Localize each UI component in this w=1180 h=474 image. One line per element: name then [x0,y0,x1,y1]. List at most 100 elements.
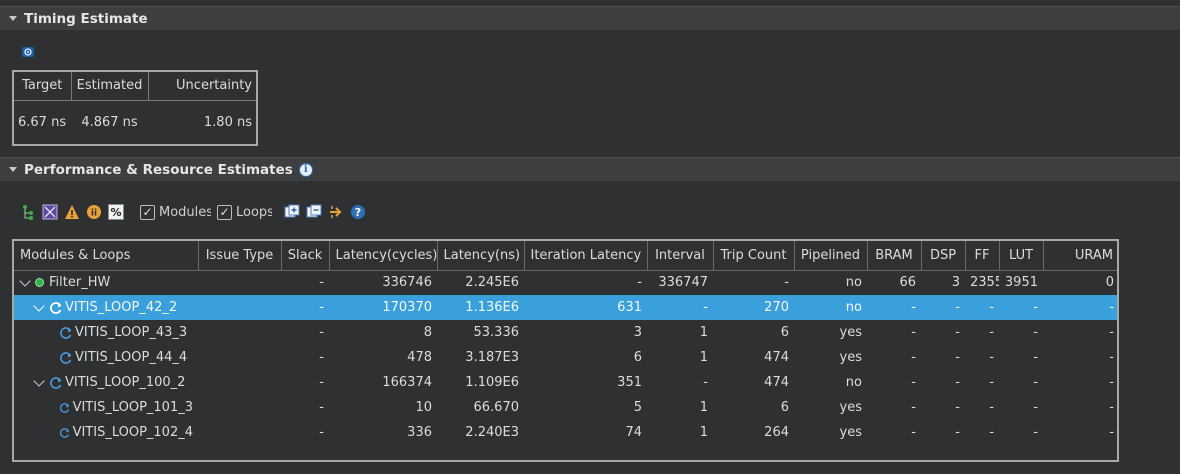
cell-bram: - [911,350,916,365]
col-ff[interactable]: FF [965,241,1000,271]
row-name-cell: Filter_HW [14,270,198,295]
cell-uram: 0 [1105,275,1114,291]
timing-col-uncertainty: Uncertainty [148,71,257,101]
modules-checkbox[interactable]: ✓ Modules [140,204,211,220]
cell-ff: - [989,375,994,390]
chevron-down-icon[interactable] [33,374,45,387]
cell-ff: - [989,350,994,365]
cell-issue [198,295,281,320]
collapse-caret-icon[interactable] [9,16,17,21]
cell-uram: - [1109,350,1114,365]
loop-icon [60,326,72,339]
clock-settings-icon[interactable] [21,45,35,59]
hierarchy-icon[interactable] [20,204,36,220]
timing-estimate-title: Timing Estimate [24,10,148,27]
cell-slack: - [319,350,324,365]
col-latency-cycles[interactable]: Latency(cycles) [329,241,438,271]
timing-target-value: 6.67 ns [18,114,67,130]
modules-checkbox-label: Modules [159,204,211,220]
cell-bram: - [911,425,916,440]
cell-pipelined: no [845,275,862,291]
row-name: VITIS_LOOP_100_2 [65,375,186,390]
col-uram[interactable]: URAM [1043,241,1117,271]
check-icon[interactable]: ✓ [217,204,232,220]
col-slack[interactable]: Slack [281,241,330,271]
cell-slack: - [319,375,324,390]
chevron-down-icon[interactable] [19,275,31,287]
timing-table: Target Estimated Uncertainty 6.67 ns 4.8… [12,70,258,146]
cell-ff: - [989,400,994,415]
cell-dsp: - [955,350,960,365]
row-name-cell: VITIS_LOOP_102_4 [14,420,198,445]
row-name-cell: VITIS_LOOP_101_3 [14,395,198,420]
cell-trip-count: - [784,275,789,291]
row-name: VITIS_LOOP_43_3 [75,325,188,340]
help-icon[interactable]: ? [350,204,366,220]
loop-icon [50,376,62,389]
cell-lut: - [1033,350,1038,365]
check-icon[interactable]: ✓ [140,204,155,220]
cell-latency-ns: 3.187E3 [465,350,519,365]
warning-icon[interactable] [64,204,80,220]
col-bram[interactable]: BRAM [867,241,922,271]
collapse-all-icon[interactable] [306,204,322,220]
cell-lut: - [1033,325,1038,340]
cell-latency-cycles: 478 [407,350,432,365]
cell-iteration-latency: 351 [617,375,642,390]
cell-latency-ns: 2.240E3 [465,425,519,440]
cell-bram: - [911,400,916,415]
col-interval[interactable]: Interval [647,241,714,271]
col-issue-type[interactable]: Issue Type [198,241,282,271]
table-row[interactable]: VITIS_LOOP_101_3 - 10 66.670 5 1 6 yes -… [14,395,1117,420]
row-name: Filter_HW [49,275,111,291]
goto-source-icon[interactable] [328,204,344,220]
col-trip-count[interactable]: Trip Count [713,241,795,271]
ii-violation-icon[interactable]: ii [86,204,102,220]
cell-pipelined: no [794,295,867,320]
cell-interval: - [703,375,708,390]
table-row[interactable]: VITIS_LOOP_100_2 - 166374 1.109E6 351 - … [14,370,1117,395]
cell-pipelined: yes [839,400,862,415]
col-pipelined[interactable]: Pipelined [794,241,868,271]
cell-interval: 336747 [658,275,708,291]
cell-ff: 2355 [970,275,999,291]
table-row[interactable]: VITIS_LOOP_44_4 - 478 3.187E3 6 1 474 ye… [14,345,1117,370]
col-lut[interactable]: LUT [999,241,1044,271]
cell-ff: - [989,325,994,340]
expand-all-icon[interactable] [284,204,300,220]
row-name-cell: VITIS_LOOP_100_2 [14,370,198,395]
performance-title: Performance & Resource Estimates [24,161,293,178]
perf-toolbar: ii % ✓ Modules ✓ Loops ? [20,202,372,222]
col-iteration-latency[interactable]: Iteration Latency [524,241,648,271]
cell-trip-count: 264 [764,425,789,440]
col-latency-ns[interactable]: Latency(ns) [437,241,525,271]
loop-icon [50,301,62,314]
table-row[interactable]: VITIS_LOOP_102_4 - 336 2.240E3 74 1 264 … [14,420,1117,445]
performance-header[interactable]: Performance & Resource Estimates i [0,157,1180,181]
cell-bram: 66 [899,275,916,291]
cell-interval: 1 [699,425,708,440]
table-row-selected[interactable]: VITIS_LOOP_42_2 - 170370 1.136E6 631 - 2… [14,295,1117,320]
row-name-cell: VITIS_LOOP_44_4 [14,345,198,370]
cell-trip-count: 6 [780,400,789,415]
cell-ff: - [989,425,994,440]
col-dsp[interactable]: DSP [921,241,966,271]
loops-checkbox[interactable]: ✓ Loops [217,204,272,220]
info-icon[interactable]: i [298,162,313,177]
table-row[interactable]: Filter_HW - 336746 2.245E6 - 336747 - no… [14,270,1117,295]
chevron-down-icon[interactable] [33,299,45,312]
table-row[interactable]: VITIS_LOOP_43_3 - 8 53.336 3 1 6 yes - -… [14,320,1117,345]
timing-estimate-header[interactable]: Timing Estimate [0,6,1180,30]
cell-uram: - [1109,400,1114,415]
cell-latency-ns: 1.109E6 [465,375,519,390]
cell-slack: - [281,295,329,320]
svg-text:?: ? [355,206,361,219]
schedule-viewer-icon[interactable] [42,204,58,220]
percent-toggle-icon[interactable]: % [108,204,124,220]
performance-table: Modules & Loops Issue Type Slack Latency… [12,239,1119,462]
collapse-caret-icon[interactable] [9,167,17,172]
cell-bram: - [911,375,916,390]
col-modules-loops[interactable]: Modules & Loops [14,241,199,271]
cell-lut: - [1033,425,1038,440]
row-name: VITIS_LOOP_101_3 [72,400,193,415]
